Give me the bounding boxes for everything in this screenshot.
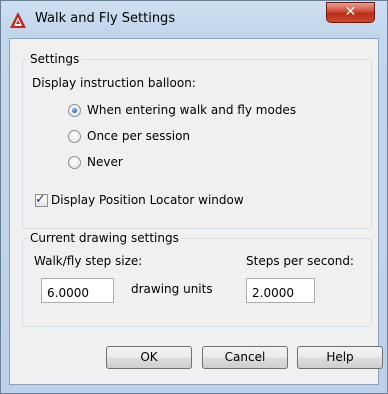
- radio-selected-dot: [72, 108, 77, 113]
- step-size-units-label: drawing units: [131, 282, 213, 296]
- settings-group-legend: Settings: [28, 52, 82, 66]
- radio-never[interactable]: [68, 156, 81, 169]
- help-button[interactable]: Help: [297, 346, 383, 369]
- current-group-legend: Current drawing settings: [28, 231, 181, 245]
- window-title: Walk and Fly Settings: [35, 11, 176, 26]
- checkmark-icon: ✓: [35, 192, 46, 207]
- autocad-logo-icon: [10, 12, 26, 28]
- dialog-window: Walk and Fly Settings ✕ Settings Display…: [0, 0, 388, 394]
- close-button[interactable]: ✕: [326, 2, 375, 23]
- cancel-button[interactable]: Cancel: [202, 346, 288, 369]
- radio-label-once-per-session[interactable]: Once per session: [87, 129, 190, 143]
- step-size-input[interactable]: [41, 278, 114, 303]
- dialog-client-area: Settings Display instruction balloon: Wh…: [9, 38, 379, 385]
- radio-label-never[interactable]: Never: [87, 155, 123, 169]
- ok-button[interactable]: OK: [106, 346, 192, 369]
- radio-once-per-session[interactable]: [68, 130, 81, 143]
- radio-when-entering[interactable]: [68, 104, 81, 117]
- step-size-label: Walk/fly step size:: [34, 254, 143, 268]
- steps-per-second-label: Steps per second:: [246, 254, 354, 268]
- position-locator-checkbox[interactable]: ✓: [35, 192, 48, 207]
- steps-per-second-input[interactable]: [246, 278, 315, 303]
- radio-label-when-entering[interactable]: When entering walk and fly modes: [87, 103, 296, 117]
- balloon-label: Display instruction balloon:: [32, 76, 196, 90]
- title-bar[interactable]: Walk and Fly Settings ✕: [1, 1, 387, 37]
- position-locator-label[interactable]: Display Position Locator window: [51, 193, 244, 207]
- close-icon: ✕: [344, 4, 357, 20]
